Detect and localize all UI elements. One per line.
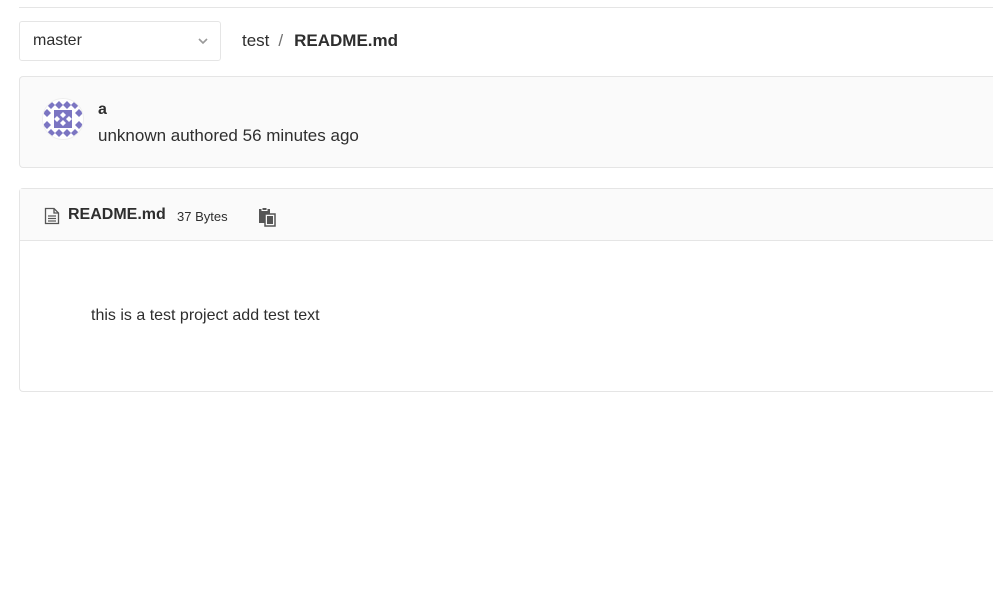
identicon-image [43, 99, 83, 139]
avatar[interactable] [42, 98, 84, 140]
commit-meta: unknown authored 56 minutes ago [98, 126, 359, 145]
top-divider [19, 7, 993, 8]
breadcrumb-separator: / [278, 31, 284, 50]
branch-dropdown-value: master [33, 32, 82, 49]
breadcrumb-current-file[interactable]: README.md [294, 31, 398, 51]
commit-title-link[interactable]: a [98, 101, 107, 119]
chevron-down-icon [198, 38, 208, 45]
clipboard-icon[interactable] [256, 206, 278, 228]
last-commit-panel: a unknown authored 56 minutes ago [19, 76, 993, 168]
file-content-text: this is a test project add test text [91, 307, 320, 324]
file-name: README.md [68, 206, 166, 223]
file-header: README.md 37 Bytes [20, 189, 993, 241]
branch-dropdown[interactable]: master [19, 21, 221, 61]
file-size: 37 Bytes [177, 209, 228, 224]
breadcrumb: test / README.md [242, 31, 398, 51]
breadcrumb-project-link[interactable]: test [242, 31, 269, 51]
file-text-icon [44, 207, 60, 225]
file-holder: README.md 37 Bytes this is a test projec… [19, 188, 993, 392]
